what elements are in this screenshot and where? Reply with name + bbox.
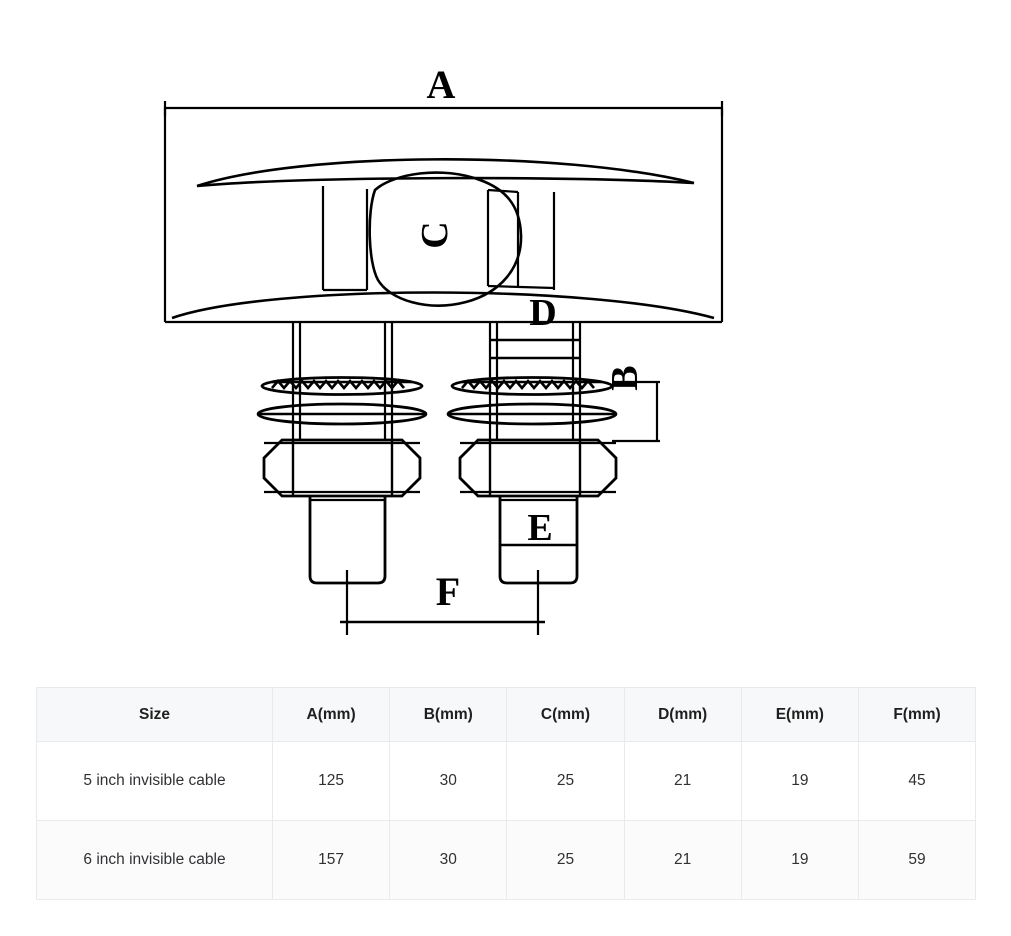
column-header-a-mm: A(mm) xyxy=(271,687,391,742)
dimension-label-b: B xyxy=(604,365,646,390)
specification-table-wrapper: Size A(mm) B(mm) C(mm) D(mm) E(mm) F(mm)… xyxy=(36,687,977,900)
cell-e: 19 xyxy=(740,820,859,900)
page-root: A C D E B F Size A(mm) B(mm) C(mm) D(mm)… xyxy=(0,0,1011,936)
column-header-d-mm: D(mm) xyxy=(623,687,742,742)
cell-size: 6 inch invisible cable xyxy=(36,820,273,900)
cell-f: 59 xyxy=(857,820,977,900)
cell-d: 21 xyxy=(623,741,742,821)
right-post: D E xyxy=(446,292,618,585)
cell-a: 125 xyxy=(271,741,391,821)
technical-drawing: A C D E B F xyxy=(0,0,1011,672)
cell-c: 25 xyxy=(506,741,625,821)
right-lock-washer xyxy=(450,376,614,396)
right-flat-washer xyxy=(446,402,618,426)
right-lower-barrel: E xyxy=(498,496,579,585)
dimension-label-c: C xyxy=(414,221,456,248)
dimension-c: C xyxy=(414,221,456,248)
drawing-svg: A C D E B F xyxy=(163,62,724,635)
cell-d: 21 xyxy=(623,820,742,900)
dimension-label-d: D xyxy=(529,292,556,334)
dimension-f: F xyxy=(340,569,545,635)
table-row: 6 inch invisible cable 157 30 25 21 19 5… xyxy=(36,820,977,900)
head-bounding-box xyxy=(163,108,724,324)
dimension-a: A xyxy=(163,62,724,116)
table-header-row: Size A(mm) B(mm) C(mm) D(mm) E(mm) F(mm) xyxy=(36,687,977,742)
specification-table: Size A(mm) B(mm) C(mm) D(mm) E(mm) F(mm)… xyxy=(36,687,977,900)
column-header-b-mm: B(mm) xyxy=(389,687,508,742)
dimension-label-e: E xyxy=(527,507,552,549)
cell-e: 19 xyxy=(740,741,859,821)
cell-c: 25 xyxy=(506,820,625,900)
left-post xyxy=(256,322,428,585)
right-hex-nut xyxy=(458,438,618,498)
column-header-e-mm: E(mm) xyxy=(740,687,859,742)
cell-b: 30 xyxy=(389,820,508,900)
cell-f: 45 xyxy=(857,741,977,821)
dimension-b: B xyxy=(604,365,660,443)
column-header-f-mm: F(mm) xyxy=(857,687,977,742)
column-header-size: Size xyxy=(36,687,273,742)
cell-size: 5 inch invisible cable xyxy=(36,741,273,821)
dimension-label-a: A xyxy=(427,62,456,107)
left-lock-washer xyxy=(260,376,424,396)
dimension-d: D xyxy=(490,292,580,360)
table-body: 5 inch invisible cable 125 30 25 21 19 4… xyxy=(36,741,977,900)
left-flat-washer xyxy=(256,402,428,426)
table-header: Size A(mm) B(mm) C(mm) D(mm) E(mm) F(mm) xyxy=(36,687,977,742)
column-header-c-mm: C(mm) xyxy=(506,687,625,742)
table-row: 5 inch invisible cable 125 30 25 21 19 4… xyxy=(36,741,977,821)
left-hex-nut xyxy=(262,438,422,498)
cell-b: 30 xyxy=(389,741,508,821)
left-lower-barrel xyxy=(308,496,387,585)
dimension-label-f: F xyxy=(436,569,460,614)
cell-a: 157 xyxy=(271,820,391,900)
